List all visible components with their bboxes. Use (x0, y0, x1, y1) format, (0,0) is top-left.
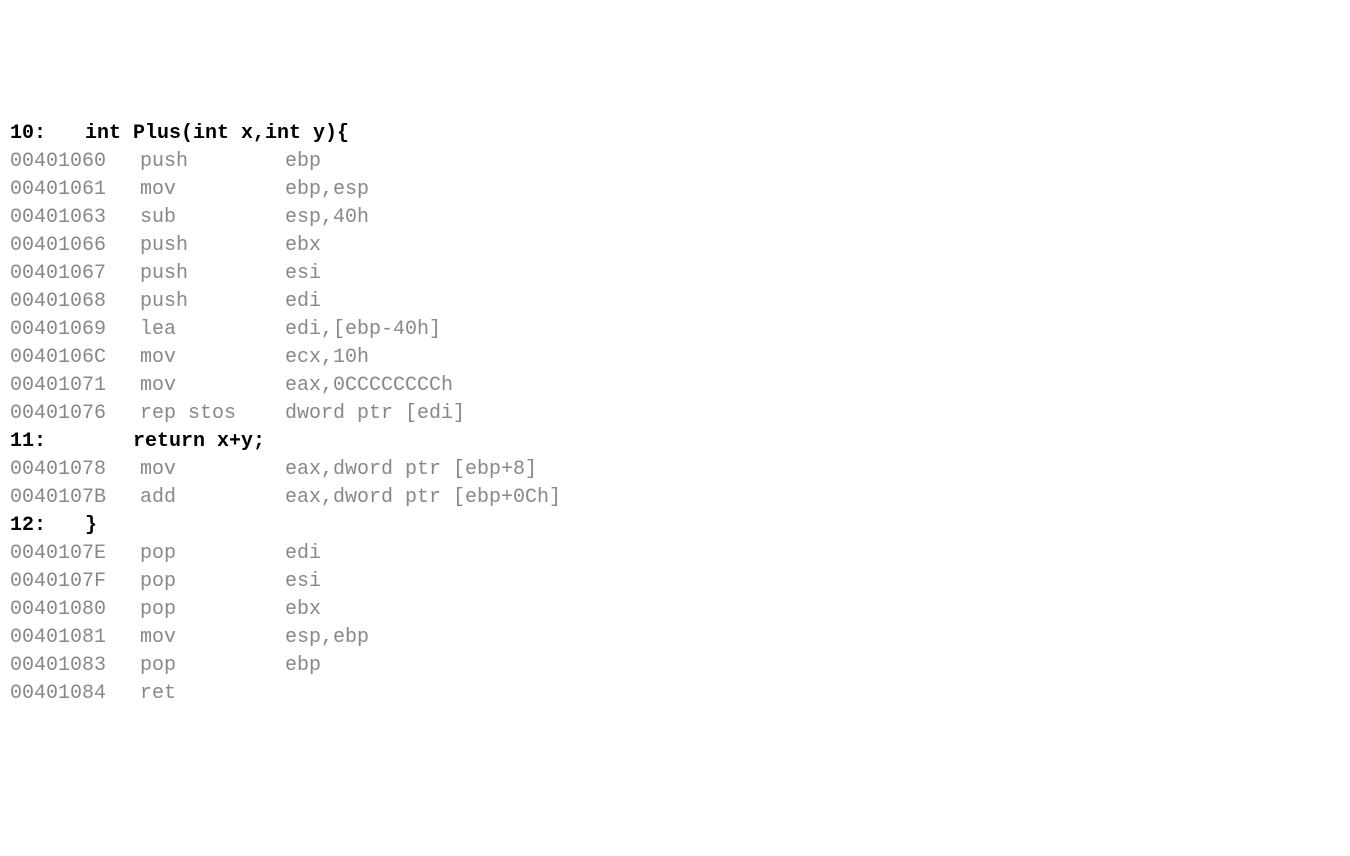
asm-mnemonic: pop (140, 540, 285, 568)
asm-operand: dword ptr [edi] (285, 400, 465, 428)
code-line: 12:} (10, 512, 1340, 540)
code-line: 0040107Epopedi (10, 540, 1340, 568)
source-line-number: 12: (10, 512, 85, 540)
asm-mnemonic: push (140, 148, 285, 176)
asm-mnemonic: pop (140, 652, 285, 680)
code-line: 00401081movesp,ebp (10, 624, 1340, 652)
code-line: 00401069leaedi,[ebp-40h] (10, 316, 1340, 344)
code-line: 00401067pushesi (10, 260, 1340, 288)
code-line: 00401060pushebp (10, 148, 1340, 176)
asm-operand: ebp (285, 148, 321, 176)
code-line: 00401080popebx (10, 596, 1340, 624)
code-line: 00401084ret (10, 680, 1340, 708)
asm-mnemonic: sub (140, 204, 285, 232)
source-line-number: 10: (10, 120, 85, 148)
asm-address: 00401060 (10, 148, 140, 176)
asm-mnemonic: mov (140, 456, 285, 484)
asm-operand: ebx (285, 232, 321, 260)
asm-address: 00401069 (10, 316, 140, 344)
asm-operand: esp,ebp (285, 624, 369, 652)
asm-operand: ecx,10h (285, 344, 369, 372)
source-line-code: return x+y; (85, 428, 265, 456)
asm-address: 00401078 (10, 456, 140, 484)
code-line: 10:int Plus(int x,int y){ (10, 120, 1340, 148)
source-line-code: int Plus(int x,int y){ (85, 120, 349, 148)
asm-operand: ebp (285, 652, 321, 680)
asm-mnemonic: rep stos (140, 400, 285, 428)
asm-address: 00401068 (10, 288, 140, 316)
code-line: 00401078moveax,dword ptr [ebp+8] (10, 456, 1340, 484)
code-line: 00401083popebp (10, 652, 1340, 680)
asm-address: 00401076 (10, 400, 140, 428)
asm-operand: esp,40h (285, 204, 369, 232)
disassembly-view: 10:int Plus(int x,int y){00401060pushebp… (10, 120, 1340, 708)
source-line-code: } (85, 512, 97, 540)
code-line: 00401071moveax,0CCCCCCCCh (10, 372, 1340, 400)
asm-address: 00401067 (10, 260, 140, 288)
asm-address: 00401083 (10, 652, 140, 680)
code-line: 0040107Baddeax,dword ptr [ebp+0Ch] (10, 484, 1340, 512)
code-line: 0040106Cmovecx,10h (10, 344, 1340, 372)
asm-address: 0040107E (10, 540, 140, 568)
asm-address: 00401080 (10, 596, 140, 624)
asm-operand: edi (285, 288, 321, 316)
asm-mnemonic: mov (140, 372, 285, 400)
asm-address: 0040106C (10, 344, 140, 372)
code-line: 00401063subesp,40h (10, 204, 1340, 232)
asm-operand: esi (285, 568, 321, 596)
asm-mnemonic: ret (140, 680, 285, 708)
asm-operand: edi (285, 540, 321, 568)
asm-address: 0040107F (10, 568, 140, 596)
asm-address: 00401081 (10, 624, 140, 652)
asm-address: 00401071 (10, 372, 140, 400)
code-line: 0040107Fpopesi (10, 568, 1340, 596)
asm-address: 00401084 (10, 680, 140, 708)
asm-operand: eax,0CCCCCCCCh (285, 372, 453, 400)
asm-operand: eax,dword ptr [ebp+8] (285, 456, 537, 484)
code-line: 00401061movebp,esp (10, 176, 1340, 204)
code-line: 00401068pushedi (10, 288, 1340, 316)
asm-mnemonic: add (140, 484, 285, 512)
asm-address: 00401061 (10, 176, 140, 204)
asm-mnemonic: pop (140, 568, 285, 596)
asm-mnemonic: push (140, 288, 285, 316)
asm-operand: eax,dword ptr [ebp+0Ch] (285, 484, 561, 512)
asm-mnemonic: mov (140, 344, 285, 372)
asm-mnemonic: mov (140, 176, 285, 204)
asm-operand: edi,[ebp-40h] (285, 316, 441, 344)
asm-operand: ebx (285, 596, 321, 624)
asm-mnemonic: pop (140, 596, 285, 624)
asm-address: 00401066 (10, 232, 140, 260)
asm-operand: ebp,esp (285, 176, 369, 204)
asm-mnemonic: lea (140, 316, 285, 344)
source-line-number: 11: (10, 428, 85, 456)
asm-address: 00401063 (10, 204, 140, 232)
asm-address: 0040107B (10, 484, 140, 512)
code-line: 11: return x+y; (10, 428, 1340, 456)
asm-mnemonic: push (140, 232, 285, 260)
asm-operand: esi (285, 260, 321, 288)
code-line: 00401076rep stosdword ptr [edi] (10, 400, 1340, 428)
asm-mnemonic: mov (140, 624, 285, 652)
asm-mnemonic: push (140, 260, 285, 288)
code-line: 00401066pushebx (10, 232, 1340, 260)
